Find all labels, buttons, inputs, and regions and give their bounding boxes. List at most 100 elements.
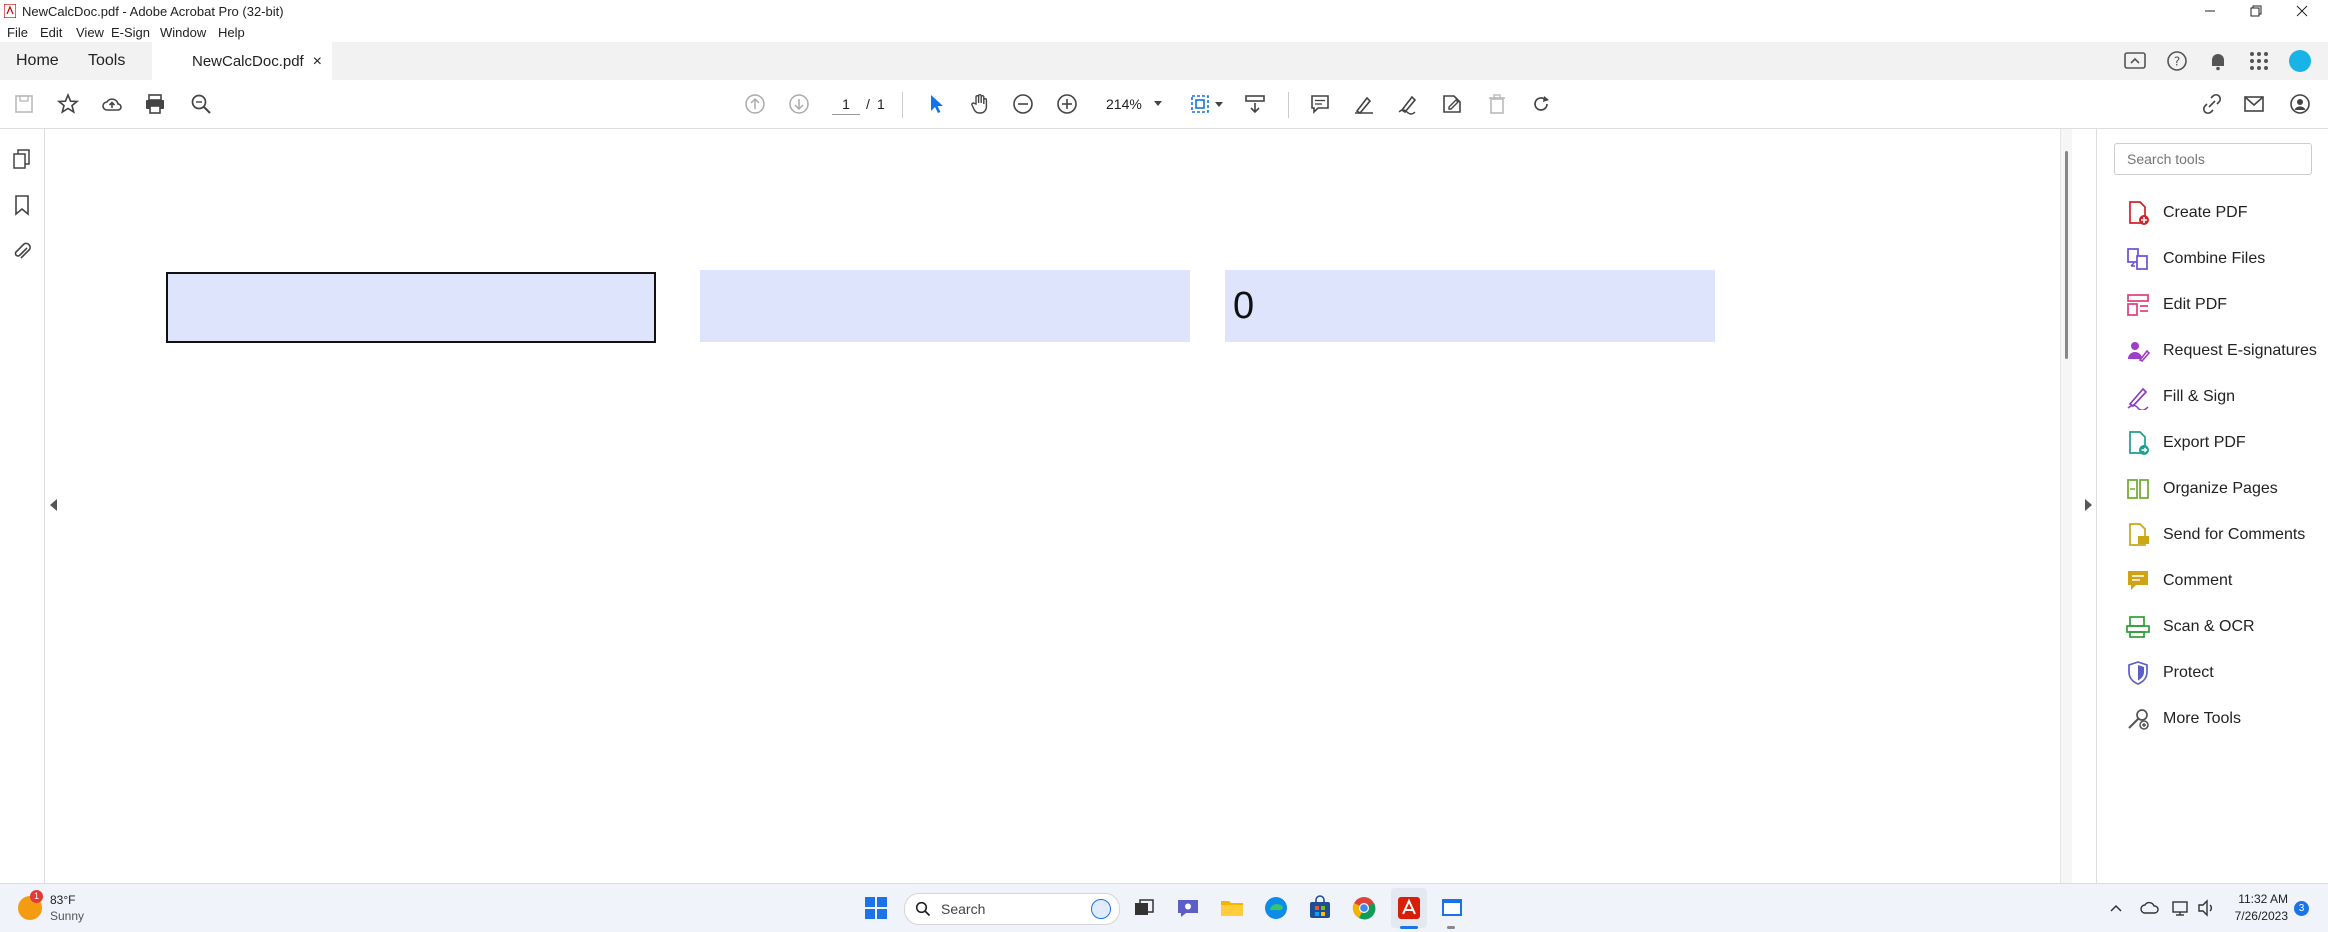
edit-text-button[interactable] [1438, 90, 1466, 118]
share-link-button[interactable] [2198, 90, 2226, 118]
teams-chat-icon[interactable] [1174, 894, 1202, 922]
menu-file[interactable]: File [7, 25, 28, 40]
edit-pdf-icon [2127, 294, 2149, 316]
bookmarks-icon[interactable] [10, 193, 34, 217]
save-button[interactable] [10, 90, 38, 118]
clock-date[interactable]: 7/26/2023 [2228, 909, 2288, 923]
windows-start-icon[interactable] [862, 894, 890, 922]
edge-browser-icon[interactable] [1262, 894, 1290, 922]
app-window-icon[interactable] [1438, 894, 1466, 922]
weather-desc[interactable]: Sunny [50, 909, 84, 923]
tool-scan-ocr[interactable]: Scan & OCR [2125, 612, 2255, 642]
menu-view[interactable]: View [76, 25, 104, 40]
help-icon[interactable]: ? [2165, 49, 2189, 73]
notification-count-badge[interactable]: 3 [2294, 901, 2309, 916]
weather-temp[interactable]: 83°F [50, 893, 75, 907]
add-comment-button[interactable] [1306, 90, 1334, 118]
fit-options-chevron-icon[interactable] [1215, 102, 1223, 108]
tool-create-pdf[interactable]: Create PDF [2125, 198, 2247, 228]
task-view-icon[interactable] [1130, 894, 1158, 922]
avatar[interactable] [2289, 50, 2311, 72]
tab-tools-label: Tools [88, 52, 126, 69]
send-comments-icon [2129, 523, 2149, 546]
create-pdf-icon [2129, 201, 2149, 225]
print-button[interactable] [141, 90, 169, 118]
notifications-bell-icon[interactable] [2206, 49, 2230, 73]
hand-tool-button[interactable] [966, 90, 994, 118]
upload-cloud-button[interactable] [98, 90, 126, 118]
hand-icon [971, 94, 988, 114]
search-tools-input[interactable] [2114, 143, 2312, 175]
select-tool-button[interactable] [922, 90, 950, 118]
menu-help[interactable]: Help [218, 25, 245, 40]
onedrive-cloud-icon[interactable] [2140, 898, 2160, 918]
zoom-out-button[interactable] [1009, 90, 1037, 118]
draw-button[interactable] [1394, 90, 1422, 118]
trash-icon [1489, 94, 1505, 114]
fit-page-button[interactable] [1186, 90, 1214, 118]
tool-more-tools[interactable]: More Tools [2125, 704, 2241, 734]
volume-speaker-icon[interactable] [2196, 898, 2216, 918]
zoom-in-button[interactable] [1053, 90, 1081, 118]
tool-label: Edit PDF [2163, 296, 2228, 313]
tool-request-esignatures[interactable]: Request E-signatures [2125, 336, 2317, 366]
restore-button[interactable] [2234, 0, 2278, 22]
rotate-button[interactable] [1527, 90, 1555, 118]
tab-document[interactable]: NewCalcDoc.pdf × [152, 42, 332, 81]
chrome-browser-icon[interactable] [1350, 894, 1378, 922]
arrow-up-circle-icon [745, 94, 765, 114]
microsoft-store-icon[interactable] [1306, 894, 1334, 922]
clock-time[interactable]: 11:32 AM [2228, 892, 2288, 906]
taskbar-search-box[interactable]: Search [904, 893, 1120, 925]
link-share-icon [2202, 93, 2222, 115]
find-button[interactable] [187, 90, 215, 118]
tool-export-pdf[interactable]: Export PDF [2125, 428, 2246, 458]
tool-organize-pages[interactable]: Organize Pages [2125, 474, 2278, 504]
tool-label: Export PDF [2163, 434, 2246, 451]
next-page-button[interactable] [785, 90, 813, 118]
network-icon[interactable] [2170, 898, 2190, 918]
page-thumbnails-icon[interactable] [10, 147, 34, 171]
page-number-input[interactable]: 1 [832, 94, 860, 115]
user-account-button[interactable] [2286, 90, 2314, 118]
tool-send-for-comments[interactable]: Send for Comments [2125, 520, 2305, 550]
page-total: 1 [877, 96, 885, 112]
menu-esign[interactable]: E-Sign [111, 25, 150, 40]
acrobat-taskbar-icon[interactable] [1395, 894, 1423, 922]
form-field-1[interactable] [166, 272, 656, 343]
acrobat-app-icon [4, 4, 16, 18]
menu-bar: File Edit View E-Sign Window Help [0, 22, 2328, 42]
apps-grid-icon[interactable] [2247, 49, 2271, 73]
zoom-level-dropdown[interactable]: 214% [1100, 92, 1164, 116]
menu-window[interactable]: Window [160, 25, 206, 40]
request-esign-icon [2128, 342, 2151, 362]
previous-page-button[interactable] [741, 90, 769, 118]
share-screen-icon[interactable] [2123, 49, 2147, 73]
tab-close-button[interactable]: × [313, 53, 322, 71]
form-field-2[interactable] [700, 270, 1190, 342]
tool-edit-pdf[interactable]: Edit PDF [2125, 290, 2227, 320]
tab-home[interactable]: Home [16, 42, 59, 80]
scrollbar-thumb[interactable] [2065, 151, 2068, 359]
file-explorer-icon[interactable] [1218, 894, 1246, 922]
weather-badge: 1 [30, 890, 43, 903]
tool-combine-files[interactable]: Combine Files [2125, 244, 2265, 274]
delete-button[interactable] [1483, 90, 1511, 118]
show-hidden-icons-chevron-icon[interactable] [2110, 903, 2122, 913]
scrolling-mode-button[interactable] [1241, 90, 1269, 118]
tool-protect[interactable]: Protect [2125, 658, 2214, 688]
bookmark-star-button[interactable] [54, 90, 82, 118]
close-window-button[interactable] [2280, 0, 2324, 22]
minimize-button[interactable] [2188, 0, 2232, 22]
toolbar-divider [902, 92, 903, 118]
highlight-button[interactable] [1350, 90, 1378, 118]
collapse-right-panel-icon[interactable] [2085, 499, 2093, 511]
expand-left-panel-icon[interactable] [49, 499, 57, 511]
email-button[interactable] [2240, 90, 2268, 118]
menu-edit[interactable]: Edit [40, 25, 62, 40]
form-field-3[interactable]: 0 [1225, 270, 1715, 342]
tab-tools[interactable]: Tools [88, 42, 125, 80]
tool-comment[interactable]: Comment [2125, 566, 2232, 596]
tool-fill-sign[interactable]: Fill & Sign [2125, 382, 2235, 412]
attachments-paperclip-icon[interactable] [10, 239, 34, 263]
